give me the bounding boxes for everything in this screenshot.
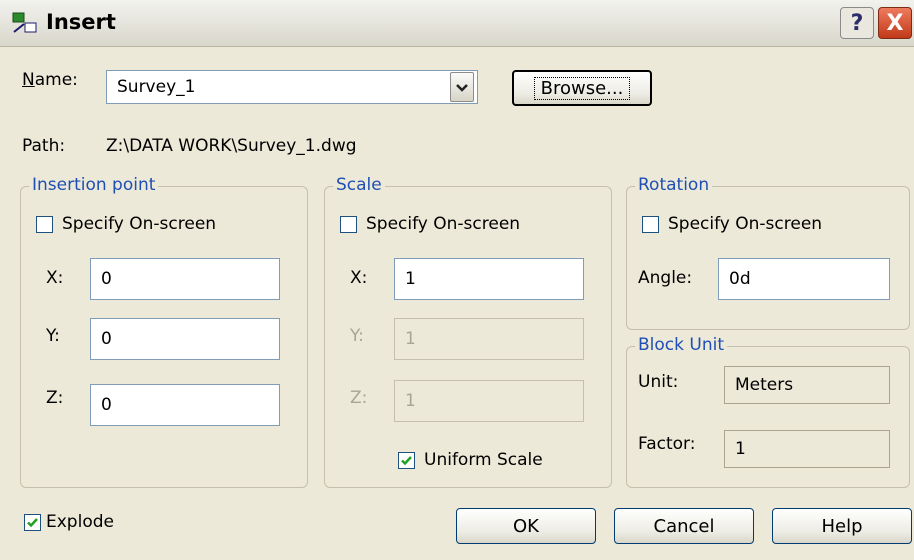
rotation-specify-label: Specify On-screen (668, 214, 823, 234)
title-bar: Insert ? X (0, 0, 914, 47)
insertion-z-label: Z: (46, 388, 64, 408)
insertion-y-value: 0 (101, 329, 112, 349)
explode-checkbox[interactable] (24, 514, 41, 531)
browse-button[interactable]: Browse... (512, 70, 652, 106)
insertion-z-field[interactable]: 0 (90, 384, 280, 426)
help-button-label: Help (821, 515, 863, 537)
rotation-specify-checkbox[interactable] (642, 216, 659, 233)
insertion-specify-checkbox[interactable] (36, 216, 53, 233)
checkmark-icon (27, 518, 38, 528)
insertion-y-field[interactable]: 0 (90, 318, 280, 360)
scale-y-value: 1 (405, 329, 416, 349)
scale-specify-checkbox[interactable] (340, 216, 357, 233)
scale-x-label: X: (350, 268, 368, 288)
cancel-button[interactable]: Cancel (614, 508, 754, 544)
insert-block-icon (12, 12, 37, 33)
rotation-title: Rotation (635, 175, 713, 195)
name-value: Survey_1 (117, 77, 196, 97)
scale-y-label: Y: (350, 326, 364, 346)
factor-value: 1 (735, 439, 746, 459)
ok-button[interactable]: OK (456, 508, 596, 544)
path-value: Z:\DATA WORK\Survey_1.dwg (106, 136, 357, 156)
window-title: Insert (46, 10, 116, 34)
scale-y-field: 1 (394, 318, 584, 360)
scale-x-field[interactable]: 1 (394, 258, 584, 300)
insertion-point-title: Insertion point (29, 175, 159, 195)
unit-field: Meters (724, 366, 890, 404)
factor-field: 1 (724, 430, 890, 468)
unit-label: Unit: (638, 372, 679, 392)
checkmark-icon (401, 456, 412, 466)
uniform-scale-checkbox[interactable] (398, 452, 415, 469)
scale-title: Scale (333, 175, 385, 195)
help-button[interactable]: Help (772, 508, 912, 544)
angle-field[interactable]: 0d (718, 258, 890, 300)
insertion-y-label: Y: (46, 326, 60, 346)
uniform-scale-label: Uniform Scale (424, 450, 543, 470)
unit-value: Meters (735, 375, 794, 395)
path-label: Path: (22, 136, 66, 156)
insertion-x-value: 0 (101, 269, 112, 289)
insertion-x-field[interactable]: 0 (90, 258, 280, 300)
explode-label: Explode (46, 512, 114, 532)
scale-z-label: Z: (350, 388, 368, 408)
insertion-x-label: X: (46, 268, 64, 288)
insertion-specify-label: Specify On-screen (62, 214, 217, 234)
chevron-down-icon[interactable] (450, 72, 474, 102)
scale-z-value: 1 (405, 391, 416, 411)
name-combobox[interactable]: Survey_1 (106, 70, 478, 104)
browse-label: Browse... (533, 76, 631, 100)
help-icon[interactable]: ? (840, 7, 874, 39)
angle-value: 0d (729, 269, 751, 289)
scale-z-field: 1 (394, 380, 584, 422)
factor-label: Factor: (638, 434, 696, 454)
close-icon[interactable]: X (878, 7, 912, 39)
insertion-z-value: 0 (101, 395, 112, 415)
scale-specify-label: Specify On-screen (366, 214, 521, 234)
name-label: Name: (22, 70, 78, 90)
scale-x-value: 1 (405, 269, 416, 289)
angle-label: Angle: (638, 268, 693, 288)
block-unit-title: Block Unit (635, 335, 727, 355)
